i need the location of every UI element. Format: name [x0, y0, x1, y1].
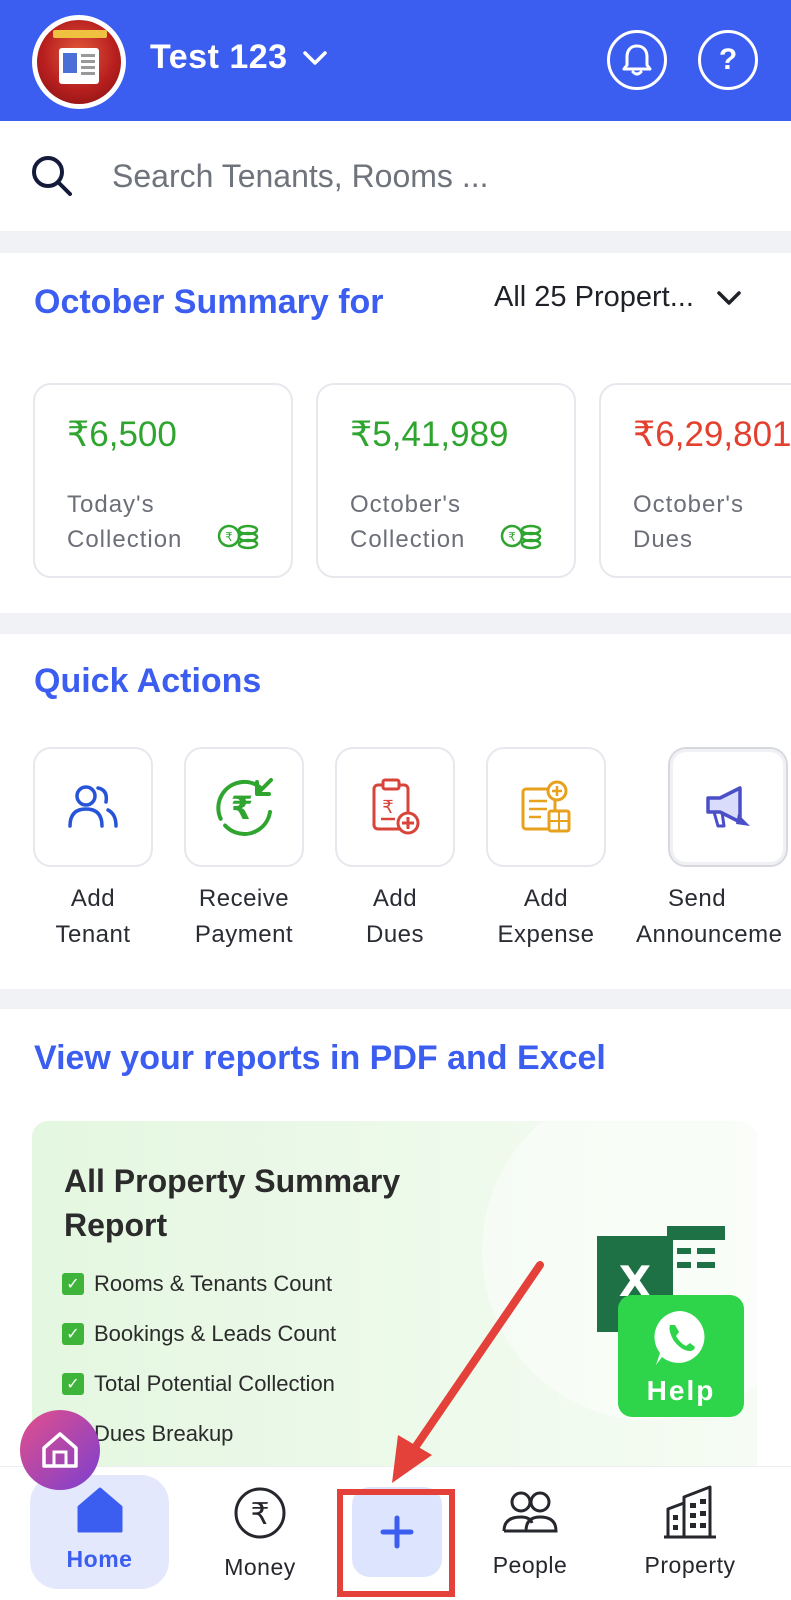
stat-value: ₹6,500	[67, 415, 177, 454]
svg-text:₹: ₹	[231, 789, 253, 827]
account-switcher[interactable]: Test 123	[150, 38, 328, 77]
checkmark-icon: ✓	[62, 1273, 84, 1295]
add-tenant-action[interactable]: Add Tenant	[33, 747, 153, 953]
summary-title: October Summary for	[34, 283, 384, 321]
annotation-highlight-box	[337, 1489, 455, 1597]
receive-payment-action[interactable]: ₹ Receive Payment	[184, 747, 304, 953]
action-label: Add Dues	[365, 885, 425, 948]
quick-actions-title: Quick Actions	[34, 662, 262, 700]
add-dues-icon: ₹	[372, 778, 420, 835]
building-icon	[664, 1485, 716, 1539]
home-icon	[77, 1487, 122, 1533]
todays-collection-card[interactable]: ₹6,500 Today's Collection ₹	[33, 383, 293, 578]
report-heading: All Property Summary Report	[64, 1163, 401, 1243]
nav-label: Money	[224, 1554, 296, 1580]
bell-icon	[622, 44, 652, 76]
action-label: Receive Payment	[194, 885, 294, 948]
avatar-image	[37, 20, 121, 104]
chevron-down-icon	[717, 290, 741, 305]
nav-property[interactable]: Property	[630, 1477, 750, 1579]
stat-label: October's Collection	[350, 491, 466, 553]
search-input[interactable]	[112, 151, 752, 201]
add-dues-action[interactable]: ₹ Add Dues	[335, 747, 455, 953]
people-icon	[502, 1491, 558, 1533]
add-expense-icon	[521, 780, 571, 833]
action-tile[interactable]: ₹	[184, 747, 304, 867]
annotation-arrow	[392, 1261, 544, 1483]
property-avatar[interactable]	[32, 15, 126, 109]
svg-text:₹: ₹	[508, 530, 516, 544]
checkmark-icon: ✓	[62, 1323, 84, 1345]
send-announcement-action[interactable]: Send Announceme	[636, 747, 788, 953]
nav-label: Property	[644, 1552, 736, 1578]
october-collection-card[interactable]: ₹5,41,989 October's Collection ₹	[316, 383, 576, 578]
search-icon[interactable]	[30, 154, 74, 198]
action-label: Add Tenant	[55, 885, 131, 948]
coins-icon: ₹	[217, 524, 259, 550]
report-bullet: ✓ Total Potential Collection	[62, 1371, 335, 1397]
svg-text:₹: ₹	[250, 1497, 269, 1532]
question-icon: ?	[718, 43, 738, 76]
floating-home-button[interactable]	[20, 1410, 100, 1490]
report-bullet: ✓ Bookings & Leads Count	[62, 1321, 336, 1347]
svg-text:₹: ₹	[225, 530, 233, 544]
property-filter-dropdown[interactable]: All 25 Propert...	[494, 281, 742, 314]
nav-money[interactable]: ₹ Money	[210, 1477, 310, 1581]
coins-icon: ₹	[500, 524, 542, 550]
svg-text:₹: ₹	[382, 797, 393, 818]
nav-label: People	[492, 1552, 568, 1578]
monthly-summary-section: October Summary for All 25 Propert... ₹6…	[0, 253, 791, 613]
property-filter-value: All 25 Propert...	[494, 281, 694, 313]
stat-value: ₹5,41,989	[350, 415, 509, 454]
action-tile[interactable]	[668, 747, 788, 867]
whatsapp-icon	[654, 1310, 705, 1365]
stat-label: October's Dues	[633, 491, 744, 553]
rupee-icon: ₹	[234, 1487, 286, 1539]
nav-label: Home	[66, 1546, 133, 1572]
help-button[interactable]: ?	[698, 30, 758, 90]
whatsapp-help-button[interactable]: Help	[618, 1295, 744, 1417]
help-label: Help	[646, 1375, 716, 1406]
report-bullet: ✓ Rooms & Tenants Count	[62, 1271, 332, 1297]
checkmark-icon: ✓	[62, 1373, 84, 1395]
stat-value: ₹6,29,801	[633, 415, 791, 454]
october-dues-card[interactable]: ₹6,29,801 October's Dues	[599, 383, 791, 578]
nav-home[interactable]: Home	[30, 1475, 169, 1589]
search-bar	[0, 121, 791, 231]
action-tile[interactable]	[33, 747, 153, 867]
action-tile[interactable]	[486, 747, 606, 867]
notifications-button[interactable]	[607, 30, 667, 90]
home-outline-icon	[42, 1432, 78, 1468]
add-expense-action[interactable]: Add Expense	[486, 747, 606, 953]
reports-title: View your reports in PDF and Excel	[34, 1039, 606, 1077]
receive-payment-icon: ₹	[216, 778, 273, 836]
megaphone-icon	[706, 786, 750, 828]
app-header: Test 123 ?	[0, 0, 791, 121]
action-label: Send Announceme	[636, 885, 783, 948]
action-tile[interactable]: ₹	[335, 747, 455, 867]
stat-label: Today's Collection	[67, 491, 183, 553]
action-label: Add Expense	[497, 885, 595, 948]
quick-actions-section: Quick Actions Add Tenant ₹ Receive Payme…	[0, 634, 791, 989]
chevron-down-icon	[302, 50, 327, 65]
account-name: Test 123	[150, 38, 288, 76]
add-tenant-icon	[68, 785, 118, 828]
